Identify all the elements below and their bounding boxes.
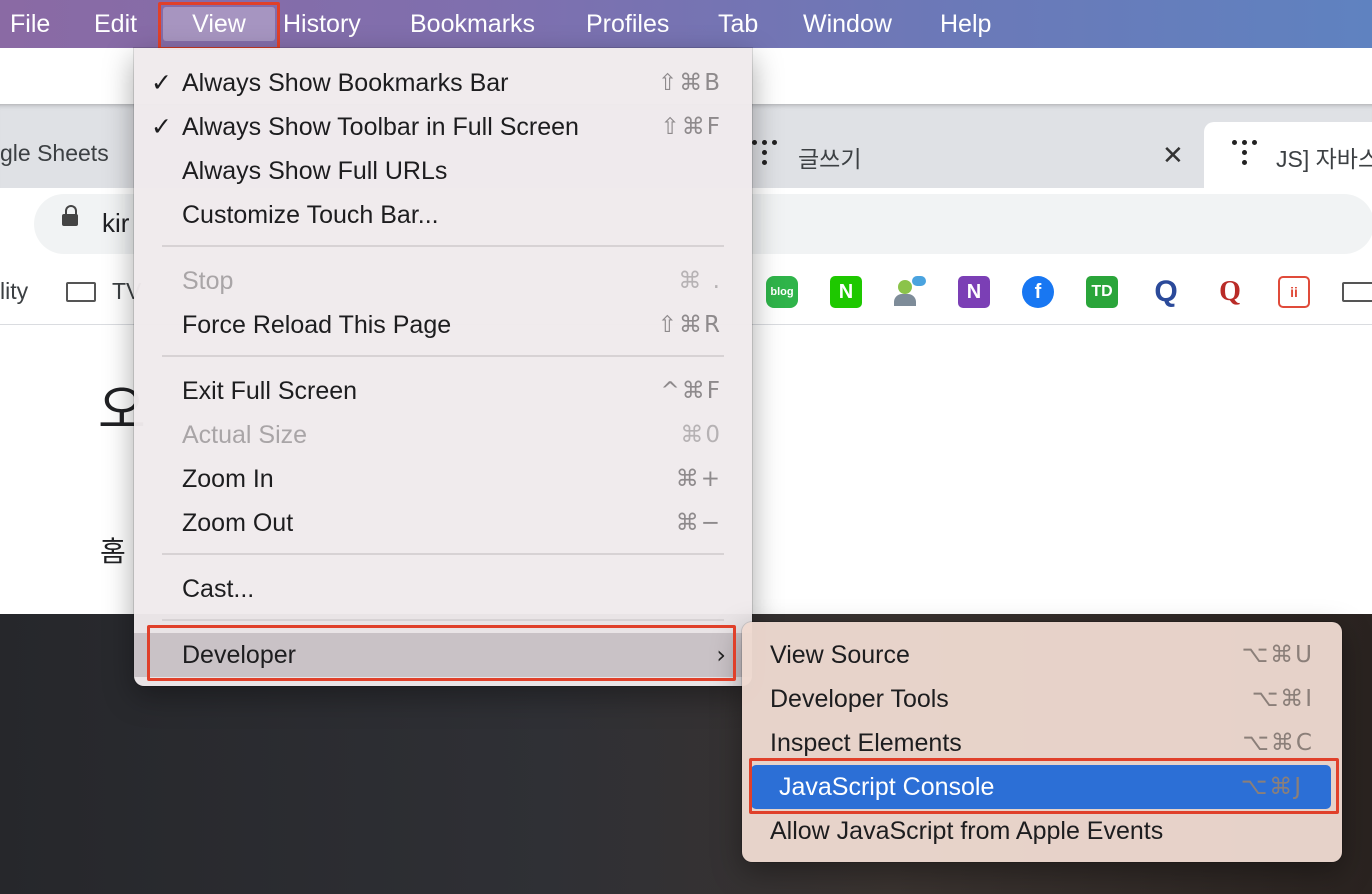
menu-item-shortcut: ⇧⌘R [657,312,722,338]
folder-icon [1342,282,1372,302]
menu-window[interactable]: Window [803,7,892,41]
menu-item-label: Always Show Toolbar in Full Screen [182,113,579,141]
menu-item-cast[interactable]: Cast... [134,567,752,611]
td-icon[interactable]: TD [1086,276,1118,308]
menu-item-label: Developer Tools [770,685,949,713]
tab-writing[interactable]: 글쓰기 [798,140,861,174]
menu-separator [162,355,724,357]
menu-item-label: Exit Full Screen [182,377,358,405]
menu-item-shortcut: ⇧⌘F [660,114,722,140]
menu-edit[interactable]: Edit [94,7,137,41]
tab-favicon-icon [752,140,778,166]
menu-profiles[interactable]: Profiles [586,7,669,41]
chat-icon[interactable]: ii [1278,276,1310,308]
menu-item-label: Zoom Out [182,509,294,537]
blog-icon[interactable]: blog [766,276,798,308]
menu-item-customize-touch-bar[interactable]: Customize Touch Bar... [134,193,752,237]
menu-item-shortcut: ⌥⌘I [1251,686,1314,712]
menu-item-shortcut: ⇧⌘B [657,70,722,96]
menu-item-always-show-full-urls[interactable]: Always Show Full URLs [134,149,752,193]
tab-js-title[interactable]: JS] 자바스 [1276,140,1372,174]
menu-bookmarks[interactable]: Bookmarks [410,7,535,41]
naver-icon[interactable]: N [830,276,862,308]
menu-item-shortcut: ^⌘F [660,378,722,404]
tab-google-sheets[interactable]: gle Sheets [0,140,109,167]
checkmark-icon: ✓ [151,113,172,141]
developer-submenu: View Source ⌥⌘U Developer Tools ⌥⌘I Insp… [742,622,1342,862]
onenote-icon[interactable]: N [958,276,990,308]
bookmark-partial[interactable]: lity [0,278,28,305]
menu-file[interactable]: File [10,7,50,41]
menu-item-label: Always Show Full URLs [182,157,448,185]
tab-favicon-icon [1232,140,1258,166]
menu-item-zoom-out[interactable]: Zoom Out ⌘− [134,501,752,545]
menu-item-label: Allow JavaScript from Apple Events [770,817,1164,845]
menu-item-label: Zoom In [182,465,274,493]
address-text: kir [102,208,130,238]
menu-item-label: Always Show Bookmarks Bar [182,69,509,97]
menu-tab[interactable]: Tab [718,7,758,41]
menu-history[interactable]: History [283,7,361,41]
menu-item-shortcut: ⌥⌘U [1241,642,1314,668]
quora-icon[interactable]: Q [1214,276,1246,308]
menu-help[interactable]: Help [940,7,991,41]
menu-item-label: Cast... [182,575,255,603]
view-highlight-box [158,2,280,50]
menu-separator [162,245,724,247]
menu-separator [162,619,724,621]
javascript-console-highlight-box [749,758,1339,814]
menu-item-actual-size: Actual Size ⌘0 [134,413,752,457]
menu-item-label: Customize Touch Bar... [182,201,439,229]
q-icon[interactable]: Q [1150,276,1182,308]
menu-item-exit-full-screen[interactable]: Exit Full Screen ^⌘F [134,369,752,413]
menu-item-force-reload[interactable]: Force Reload This Page ⇧⌘R [134,303,752,347]
menu-item-zoom-in[interactable]: Zoom In ⌘+ [134,457,752,501]
developer-highlight-box [147,625,736,681]
view-menu: ✓ Always Show Bookmarks Bar ⇧⌘B ✓ Always… [134,48,752,686]
menu-item-view-source[interactable]: View Source ⌥⌘U [742,633,1342,677]
checkmark-icon: ✓ [151,69,172,97]
menu-item-label: Force Reload This Page [182,311,452,339]
menu-item-label: View Source [770,641,910,669]
folder-icon [66,282,96,302]
menu-item-shortcut: ⌘− [675,510,722,536]
menu-item-shortcut: ⌘0 [680,422,722,448]
menu-item-always-show-toolbar-full-screen[interactable]: ✓ Always Show Toolbar in Full Screen ⇧⌘F [134,105,752,149]
menu-item-allow-javascript-apple-events[interactable]: Allow JavaScript from Apple Events [742,809,1342,853]
menu-item-stop: Stop ⌘ . [134,259,752,303]
menu-item-label: Stop [182,267,234,295]
menu-item-developer-tools[interactable]: Developer Tools ⌥⌘I [742,677,1342,721]
people-icon[interactable] [894,276,926,308]
facebook-icon[interactable]: f [1022,276,1054,308]
menu-separator [162,553,724,555]
menu-item-shortcut: ⌘ . [678,268,722,294]
page-nav-partial[interactable]: 홈 [100,530,126,570]
menu-item-label: Actual Size [182,421,308,449]
menu-item-always-show-bookmarks-bar[interactable]: ✓ Always Show Bookmarks Bar ⇧⌘B [134,61,752,105]
menu-item-shortcut: ⌘+ [675,466,722,492]
tab-close-icon[interactable]: ✕ [1162,140,1184,171]
lock-shackle-icon [65,205,77,217]
